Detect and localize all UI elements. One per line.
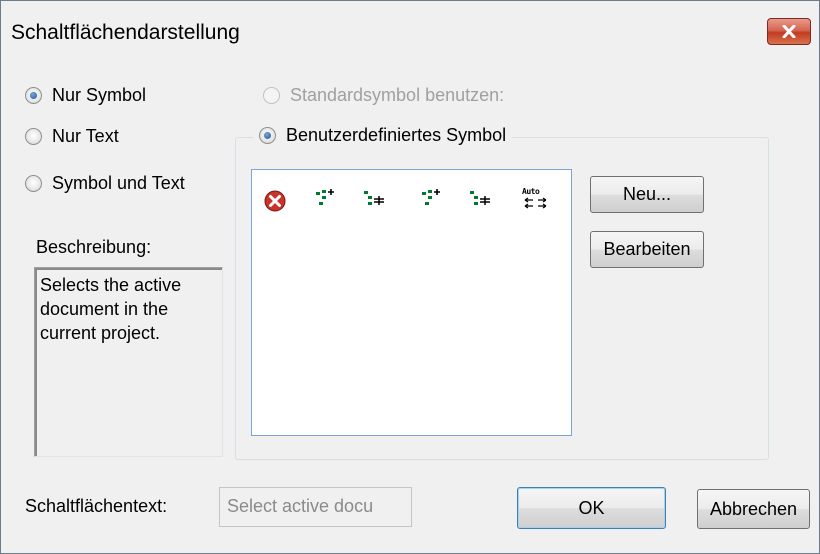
- radio-label: Standardsymbol benutzen:: [290, 85, 505, 105]
- radio-dot-icon: [25, 175, 42, 192]
- new-button[interactable]: Neu...: [590, 176, 704, 213]
- close-red-icon[interactable]: [264, 190, 286, 212]
- radio-dot-icon: [263, 87, 280, 104]
- radio-benutzerdefiniert[interactable]: Benutzerdefiniertes Symbol: [253, 125, 513, 146]
- split-insert-icon[interactable]: [468, 188, 492, 208]
- radio-label: Nur Text: [52, 126, 119, 146]
- symbol-list[interactable]: Auto: [251, 169, 572, 436]
- edit-button[interactable]: Bearbeiten: [590, 231, 704, 268]
- radio-nur-symbol[interactable]: Nur Symbol: [25, 85, 146, 106]
- dialog-title: Schaltflächendarstellung: [11, 21, 240, 44]
- button-text-label: Schaltflächentext:: [25, 496, 168, 516]
- radio-dot-icon: [25, 128, 42, 145]
- dialog-window: Schaltflächendarstellung Nur Symbol Nur …: [0, 0, 820, 554]
- auto-split-icon[interactable]: Auto: [522, 188, 552, 210]
- close-button[interactable]: [767, 18, 811, 45]
- split-add-icon[interactable]: [420, 188, 442, 208]
- auto-icon-label: Auto: [522, 187, 540, 196]
- radio-label: Nur Symbol: [52, 85, 147, 105]
- arrows-icon: [524, 197, 547, 209]
- radio-symbol-und-text[interactable]: Symbol und Text: [25, 173, 185, 194]
- close-icon: [782, 25, 796, 38]
- split-add-icon[interactable]: [314, 188, 336, 208]
- radio-dot-icon: [259, 127, 276, 144]
- radio-standardsymbol[interactable]: Standardsymbol benutzen:: [263, 85, 504, 106]
- radio-dot-icon: [25, 87, 42, 104]
- button-text-field[interactable]: Select active docu: [219, 487, 412, 527]
- description-text: Selects the active document in the curre…: [40, 275, 182, 343]
- description-label: Beschreibung:: [36, 237, 152, 257]
- radio-label: Symbol und Text: [52, 173, 185, 193]
- radio-label: Benutzerdefiniertes Symbol: [286, 125, 507, 145]
- title-bar: Schaltflächendarstellung: [1, 1, 819, 63]
- cancel-button[interactable]: Abbrechen: [697, 489, 810, 529]
- radio-nur-text[interactable]: Nur Text: [25, 126, 119, 147]
- ok-button[interactable]: OK: [517, 487, 666, 529]
- split-insert-icon[interactable]: [362, 188, 386, 208]
- description-box: Selects the active document in the curre…: [34, 267, 223, 457]
